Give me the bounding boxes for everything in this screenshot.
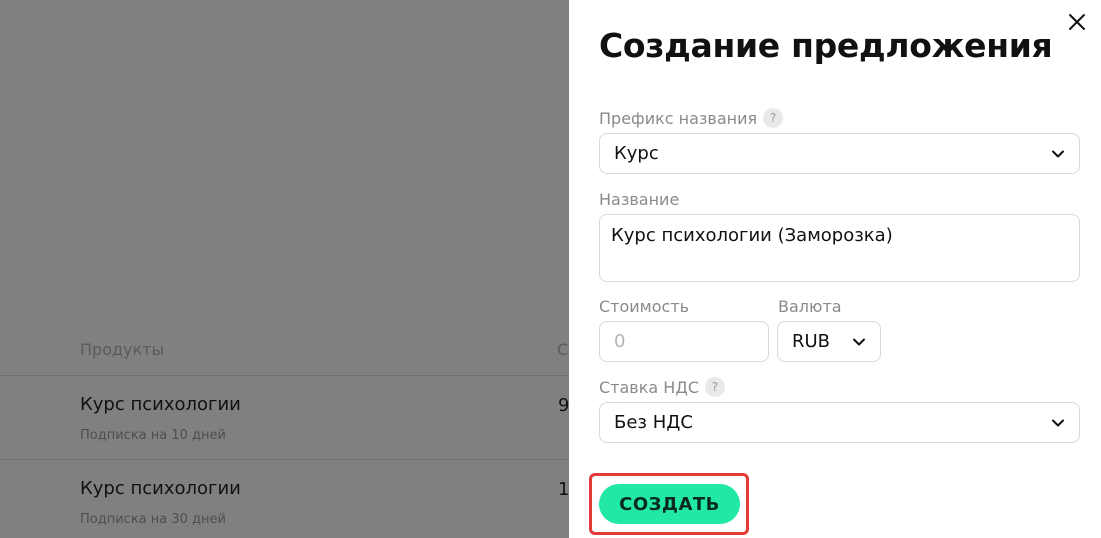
vat-label: Ставка НДС ? <box>599 377 725 397</box>
help-icon[interactable]: ? <box>763 108 784 128</box>
name-field[interactable]: Курс психологии (Заморозка) <box>599 214 1080 282</box>
vat-label-text: Ставка НДС <box>599 377 699 397</box>
prefix-label: Префикс названия ? <box>599 108 784 128</box>
product-title: Курс психологии <box>80 478 241 499</box>
prefix-select[interactable]: Курс <box>599 133 1080 174</box>
chevron-down-icon <box>1052 150 1064 157</box>
price-input[interactable]: 0 <box>599 321 769 362</box>
price-label-text: Стоимость <box>599 297 690 316</box>
chevron-down-icon <box>1052 419 1064 426</box>
prefix-label-text: Префикс названия <box>599 108 758 128</box>
currency-label: Валюта <box>778 297 842 316</box>
price-label: Стоимость <box>599 297 689 316</box>
product-value: 9 <box>558 395 570 416</box>
chevron-down-icon <box>853 338 865 345</box>
close-icon[interactable] <box>1065 10 1089 34</box>
help-icon[interactable]: ? <box>704 377 725 397</box>
name-label-text: Название <box>599 190 680 209</box>
create-button[interactable]: СОЗДАТЬ <box>599 484 740 524</box>
currency-select-value: RUB <box>792 331 831 352</box>
prefix-select-value: Курс <box>614 143 659 164</box>
divider <box>0 375 570 376</box>
divider <box>0 459 570 460</box>
product-title: Курс психологии <box>80 394 241 415</box>
vat-select[interactable]: Без НДС <box>599 402 1080 443</box>
page-title: Создание предложения <box>599 26 1053 65</box>
currency-select[interactable]: RUB <box>777 321 881 362</box>
currency-label-text: Валюта <box>778 297 842 316</box>
vat-select-value: Без НДС <box>614 412 693 433</box>
products-column-header: Продукты <box>80 340 165 359</box>
name-label: Название <box>599 190 679 209</box>
column-header-truncated: С <box>557 340 569 359</box>
product-subtitle: Подписка на 30 дней <box>80 512 226 527</box>
create-offer-panel: Создание предложения Префикс названия ? … <box>569 0 1101 538</box>
product-subtitle: Подписка на 10 дней <box>80 428 226 443</box>
